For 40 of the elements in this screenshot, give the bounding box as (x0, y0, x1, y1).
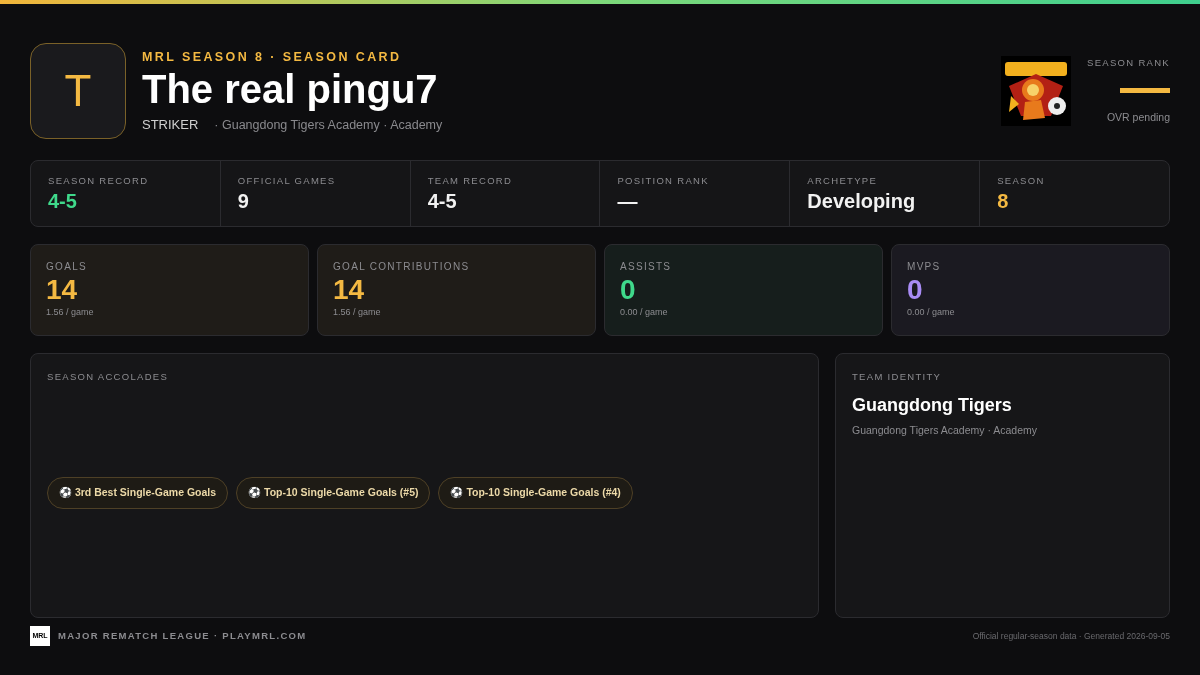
stat-label: OFFICIAL GAMES (237, 174, 337, 188)
stat-value: — (617, 189, 639, 215)
player-name: The real pingu7 (142, 66, 439, 111)
stat-label: POSITION RANK (617, 174, 710, 188)
stat-value: 4-5 (427, 189, 458, 215)
league-brand: MAJOR REMATCH LEAGUE · PLAYMRL.COM (58, 628, 307, 643)
stat-value: 0 (620, 274, 637, 307)
stat-value: Developing (807, 189, 917, 215)
stat-label: ASSISTS (620, 260, 673, 274)
per-game-rate: 1.56 / game (333, 306, 382, 320)
stat-label: TEAM RECORD (427, 174, 514, 188)
accolade-badge: ⚽ Top-10 Single-Game Goals (#5) (236, 476, 431, 509)
rank-label: SEASON RANK (1087, 56, 1170, 70)
avatar: T (30, 43, 126, 139)
generated-note: Official regular-season data · Generated 2026-09-05 (972, 629, 1170, 643)
stat-value: 4-5 (48, 189, 78, 215)
per-game-rate: 0.00 / game (620, 306, 669, 320)
panel-title: SEASON ACCOLADES (47, 370, 170, 384)
team-subtitle: Guangdong Tigers Academy · Academy (852, 423, 1039, 439)
rank-note: OVR pending (1106, 110, 1170, 126)
panel-title: TEAM IDENTITY (852, 370, 943, 384)
stat-value: 14 (46, 274, 79, 307)
stat-value: 8 (997, 189, 1010, 215)
per-game-rate: 0.00 / game (907, 306, 956, 320)
player-position: STRIKER (142, 115, 199, 134)
player-affiliation: · Guangdong Tigers Academy · Academy (214, 116, 443, 134)
stat-label: GOAL CONTRIBUTIONS (333, 260, 471, 274)
team-name: Guangdong Tigers (852, 394, 1013, 418)
per-game-rate: 1.56 / game (46, 306, 95, 320)
stat-label: SEASON (997, 174, 1046, 188)
accolade-badge: ⚽ Top-10 Single-Game Goals (#4) (438, 476, 633, 509)
stat-label: GOALS (46, 260, 88, 274)
season-eyebrow: MRL SEASON 8 · SEASON CARD (142, 48, 403, 66)
stat-value: 9 (237, 189, 250, 215)
stat-label: ARCHETYPE (807, 174, 879, 188)
stat-label: MVPS (907, 260, 942, 274)
stat-value: 0 (907, 274, 924, 307)
stat-label: SEASON RECORD (48, 174, 150, 188)
stat-value: 14 (333, 274, 366, 307)
accolade-badge: ⚽ 3rd Best Single-Game Goals (47, 476, 229, 509)
